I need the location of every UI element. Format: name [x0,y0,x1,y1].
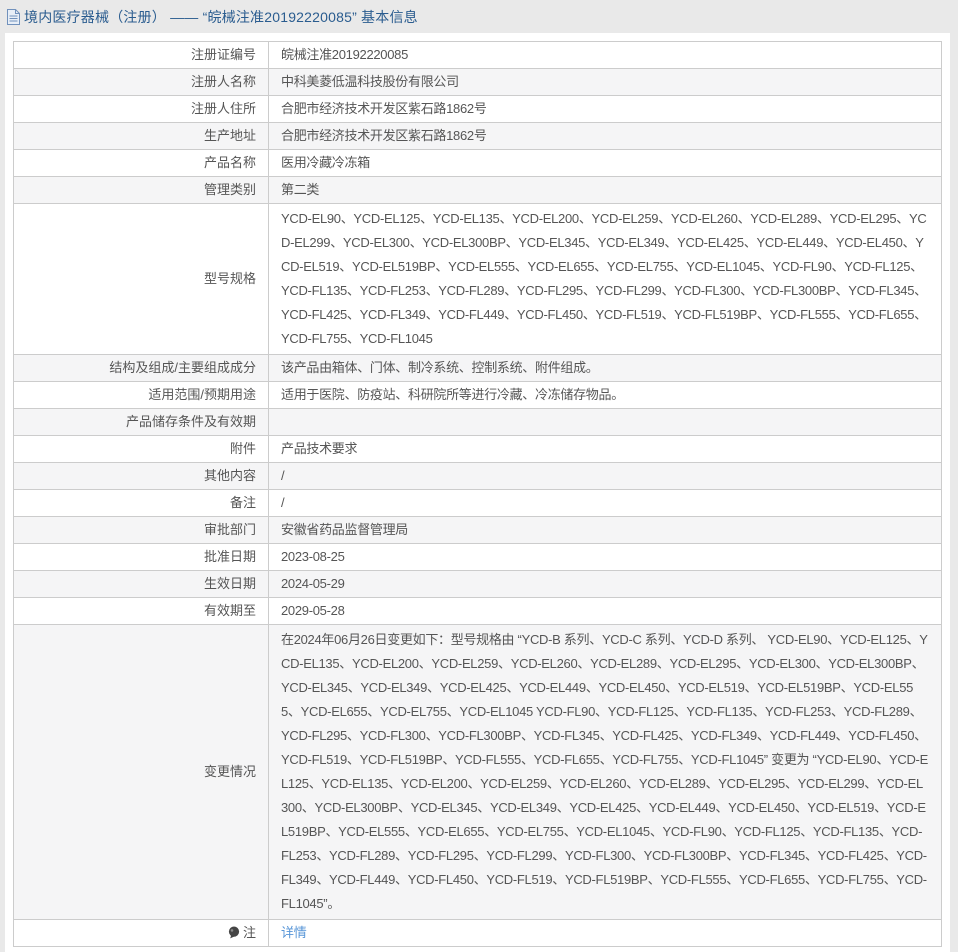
field-value: 合肥市经济技术开发区紫石路1862号 [268,95,942,123]
field-value: 适用于医院、防疫站、科研院所等进行冷藏、冷冻储存物品。 [268,381,942,409]
table-row: 适用范围/预期用途 适用于医院、防疫站、科研院所等进行冷藏、冷冻储存物品。 [13,381,942,409]
field-label: 生产地址 [13,122,269,150]
detail-link[interactable]: 详情 [281,925,307,940]
field-value: 2029-05-28 [268,597,942,625]
field-value: 2023-08-25 [268,543,942,571]
table-row: 注册人住所 合肥市经济技术开发区紫石路1862号 [13,95,942,123]
document-icon [7,8,20,25]
field-label: 管理类别 [13,176,269,204]
field-label: 型号规格 [13,203,269,355]
table-row: 注册人名称 中科美菱低温科技股份有限公司 [13,68,942,96]
field-label: 审批部门 [13,516,269,544]
field-label: 产品名称 [13,149,269,177]
table-row: 批准日期 2023-08-25 [13,543,942,571]
field-value: 皖械注准20192220085 [268,41,942,69]
table-row: 产品名称 医用冷藏冷冻箱 [13,149,942,177]
field-value: 产品技术要求 [268,435,942,463]
field-value: YCD-EL90、YCD-EL125、YCD-EL135、YCD-EL200、Y… [268,203,942,355]
page-title: 境内医疗器械（注册） —— “皖械注准20192220085” 基本信息 [24,8,418,25]
field-label: 注 [242,925,256,940]
table-row: 备注 / [13,489,942,517]
field-value: 中科美菱低温科技股份有限公司 [268,68,942,96]
table-row: 产品储存条件及有效期 [13,408,942,436]
field-value: 第二类 [268,176,942,204]
field-label-note: 注 [13,919,269,947]
table-row: 型号规格 YCD-EL90、YCD-EL125、YCD-EL135、YCD-EL… [13,203,942,355]
table-row: 其他内容 / [13,462,942,490]
field-value: / [268,462,942,490]
field-value: 安徽省药品监督管理局 [268,516,942,544]
field-label: 注册人名称 [13,68,269,96]
field-value: 2024-05-29 [268,570,942,598]
field-label: 结构及组成/主要组成成分 [13,354,269,382]
field-value: 详情 [268,919,942,947]
field-label: 有效期至 [13,597,269,625]
table-row: 附件 产品技术要求 [13,435,942,463]
page: 境内医疗器械（注册） —— “皖械注准20192220085” 基本信息 注册证… [0,0,958,952]
field-label: 产品储存条件及有效期 [13,408,269,436]
table-row: 注册证编号 皖械注准20192220085 [13,41,942,69]
field-label: 附件 [13,435,269,463]
field-label: 备注 [13,489,269,517]
table-row: 审批部门 安徽省药品监督管理局 [13,516,942,544]
field-value: 医用冷藏冷冻箱 [268,149,942,177]
table-row: 有效期至 2029-05-28 [13,597,942,625]
table-row: 生产地址 合肥市经济技术开发区紫石路1862号 [13,122,942,150]
field-label: 变更情况 [13,624,269,920]
field-label: 批准日期 [13,543,269,571]
table-row: 变更情况 在2024年06月26日变更如下：型号规格由 “YCD-B 系列、YC… [13,624,942,920]
field-value: 在2024年06月26日变更如下：型号规格由 “YCD-B 系列、YCD-C 系… [268,624,942,920]
note-balloon-icon [228,926,240,939]
info-table: 注册证编号 皖械注准20192220085 注册人名称 中科美菱低温科技股份有限… [13,41,942,947]
content-panel: 注册证编号 皖械注准20192220085 注册人名称 中科美菱低温科技股份有限… [5,33,950,952]
table-row: 注 详情 [13,919,942,947]
field-label: 注册人住所 [13,95,269,123]
field-label: 适用范围/预期用途 [13,381,269,409]
table-row: 管理类别 第二类 [13,176,942,204]
page-header: 境内医疗器械（注册） —— “皖械注准20192220085” 基本信息 [0,0,958,33]
field-label: 生效日期 [13,570,269,598]
field-value: / [268,489,942,517]
table-row: 生效日期 2024-05-29 [13,570,942,598]
field-value: 该产品由箱体、门体、制冷系统、控制系统、附件组成。 [268,354,942,382]
field-value: 合肥市经济技术开发区紫石路1862号 [268,122,942,150]
table-row: 结构及组成/主要组成成分 该产品由箱体、门体、制冷系统、控制系统、附件组成。 [13,354,942,382]
field-value [268,408,942,436]
field-label: 注册证编号 [13,41,269,69]
field-label: 其他内容 [13,462,269,490]
